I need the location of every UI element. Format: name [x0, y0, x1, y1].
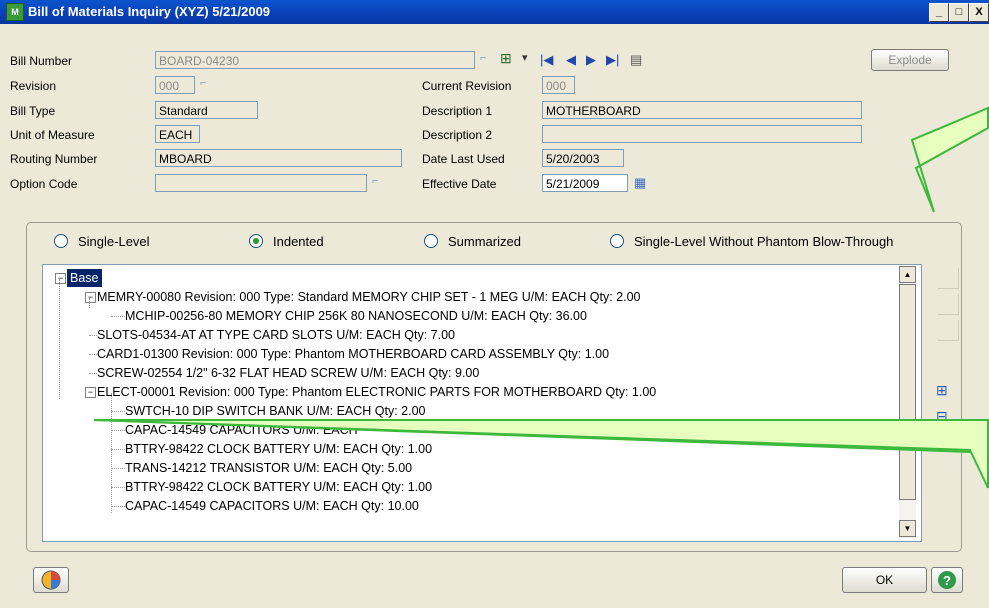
- routing-number-label: Routing Number: [10, 152, 98, 166]
- tree-toggle-icon[interactable]: −: [85, 387, 96, 398]
- svg-text:?: ?: [943, 573, 951, 588]
- memo-icon[interactable]: ▤: [630, 52, 642, 68]
- radio-circle: [54, 234, 68, 248]
- tree-toggle-icon[interactable]: −: [55, 273, 66, 284]
- radio-label: Summarized: [448, 234, 521, 249]
- bill-number-label: Bill Number: [10, 54, 73, 68]
- description-1-field: MOTHERBOARD: [542, 101, 862, 119]
- revision-field[interactable]: 000: [155, 76, 195, 94]
- tree-item[interactable]: SLOTS-04534-AT AT TYPE CARD SLOTS U/M: E…: [97, 326, 455, 344]
- description-1-label: Description 1: [422, 104, 493, 118]
- option-code-label: Option Code: [10, 177, 78, 191]
- tree-item[interactable]: ELECT-00001 Revision: 000 Type: Phantom …: [97, 383, 656, 401]
- tree-item[interactable]: SCREW-02554 1/2" 6-32 FLAT HEAD SCREW U/…: [97, 364, 479, 382]
- radio-summarized[interactable]: Summarized: [424, 234, 521, 249]
- callout-shape-top: [910, 106, 989, 213]
- date-last-used-label: Date Last Used: [422, 152, 505, 166]
- tree-connector: [111, 430, 125, 431]
- tree-item[interactable]: MEMRY-00080 Revision: 000 Type: Standard…: [97, 288, 641, 306]
- routing-number-field: MBOARD: [155, 149, 402, 167]
- tree-scrollbar[interactable]: ▲ ▼: [899, 266, 916, 538]
- dropdown-arrow-icon[interactable]: ▾: [522, 51, 536, 67]
- unit-of-measure-label: Unit of Measure: [10, 128, 95, 142]
- tree-item[interactable]: CARD1-01300 Revision: 000 Type: Phantom …: [97, 345, 609, 363]
- previous-record-icon[interactable]: ◀: [566, 52, 576, 68]
- expand-tree-icon[interactable]: ⊞: [936, 382, 948, 399]
- pie-chart-icon: [41, 570, 61, 590]
- tree-connector: [111, 468, 125, 469]
- description-2-field: [542, 125, 862, 143]
- radio-label: Single-Level Without Phantom Blow-Throug…: [634, 234, 894, 249]
- current-revision-field: 000: [542, 76, 575, 94]
- tree-connector: [111, 506, 125, 507]
- bill-type-field: Standard: [155, 101, 258, 119]
- first-record-icon[interactable]: |◀: [540, 52, 553, 68]
- radio-label: Single-Level: [78, 234, 150, 249]
- side-placeholder: [938, 268, 959, 289]
- tree-item[interactable]: TRANS-14212 TRANSISTOR U/M: EACH Qty: 5.…: [125, 459, 412, 477]
- tree-connector: [111, 393, 112, 513]
- unit-of-measure-field: EACH: [155, 125, 200, 143]
- pie-chart-button[interactable]: [33, 567, 69, 593]
- next-record-icon[interactable]: ▶: [586, 52, 596, 68]
- collapse-tree-icon[interactable]: ⊟: [936, 408, 948, 425]
- revision-lookup-icon[interactable]: ⌐: [200, 77, 214, 93]
- close-button[interactable]: X: [969, 3, 989, 22]
- tree-item[interactable]: Base: [67, 269, 102, 287]
- tree-toggle-icon[interactable]: −: [85, 292, 96, 303]
- effective-date-field[interactable]: 5/21/2009: [542, 174, 628, 192]
- tree-connector: [111, 316, 125, 317]
- revision-label: Revision: [10, 79, 57, 93]
- option-code-lookup-icon[interactable]: ⌐: [372, 175, 386, 191]
- radio-indented[interactable]: Indented: [249, 234, 324, 249]
- bom-tree-view[interactable]: − Base − MEMRY-00080 Revision: 000 Type: St…: [42, 264, 922, 542]
- bill-number-field[interactable]: BOARD-04230: [155, 51, 475, 69]
- current-revision-label: Current Revision: [422, 79, 512, 93]
- window-title: Bill of Materials Inquiry (XYZ) 5/21/200…: [28, 4, 271, 19]
- tree-connector: [89, 354, 97, 355]
- bill-type-label: Bill Type: [10, 104, 56, 118]
- bill-search-icon[interactable]: ⊞: [500, 50, 514, 66]
- radio-circle: [249, 234, 263, 248]
- tree-connector: [89, 335, 97, 336]
- tree-item[interactable]: SWTCH-10 DIP SWITCH BANK U/M: EACH Qty: …: [125, 402, 426, 420]
- option-code-field[interactable]: [155, 174, 367, 192]
- date-last-used-field: 5/20/2003: [542, 149, 624, 167]
- tree-item[interactable]: CAPAC-14549 CAPACITORS U/M: EACH Qty: 10…: [125, 497, 419, 515]
- radio-circle: [424, 234, 438, 248]
- minimize-button[interactable]: _: [929, 3, 949, 22]
- tree-connector: [89, 298, 90, 308]
- scroll-down-icon[interactable]: ▼: [899, 520, 916, 537]
- scroll-thumb[interactable]: [899, 284, 916, 500]
- scroll-up-icon[interactable]: ▲: [899, 266, 916, 283]
- app-icon: M: [6, 3, 24, 21]
- last-record-icon[interactable]: ▶|: [606, 52, 619, 68]
- tree-connector: [59, 279, 60, 399]
- side-placeholder: [938, 294, 959, 315]
- help-button[interactable]: ?: [931, 567, 963, 593]
- tree-item[interactable]: MCHIP-00256-80 MEMORY CHIP 256K 80 NANOS…: [125, 307, 587, 325]
- radio-label: Indented: [273, 234, 324, 249]
- radio-single-level[interactable]: Single-Level: [54, 234, 150, 249]
- title-bar[interactable]: M Bill of Materials Inquiry (XYZ) 5/21/2…: [0, 0, 989, 24]
- tree-item[interactable]: BTTRY-98422 CLOCK BATTERY U/M: EACH Qty:…: [125, 478, 432, 496]
- ok-button[interactable]: OK: [842, 567, 927, 593]
- tree-item[interactable]: BTTRY-98422 CLOCK BATTERY U/M: EACH Qty:…: [125, 440, 432, 458]
- radio-circle: [610, 234, 624, 248]
- tree-item[interactable]: CAPAC-14549 CAPACITORS U/M: EACH: [125, 421, 358, 439]
- description-2-label: Description 2: [422, 128, 493, 142]
- maximize-button[interactable]: □: [949, 3, 969, 22]
- effective-date-label: Effective Date: [422, 177, 497, 191]
- explode-button[interactable]: Explode: [871, 49, 949, 71]
- tree-connector: [111, 449, 125, 450]
- radio-single-level-no-phantom[interactable]: Single-Level Without Phantom Blow-Throug…: [610, 234, 893, 249]
- tree-connector: [111, 487, 125, 488]
- tree-connector: [111, 411, 125, 412]
- bill-lookup-icon[interactable]: ⌐: [480, 52, 494, 68]
- help-icon: ?: [938, 571, 956, 589]
- tree-connector: [89, 373, 97, 374]
- side-placeholder: [938, 320, 959, 341]
- callout-top-right: [938, 0, 989, 213]
- calendar-icon[interactable]: ▦: [634, 175, 648, 191]
